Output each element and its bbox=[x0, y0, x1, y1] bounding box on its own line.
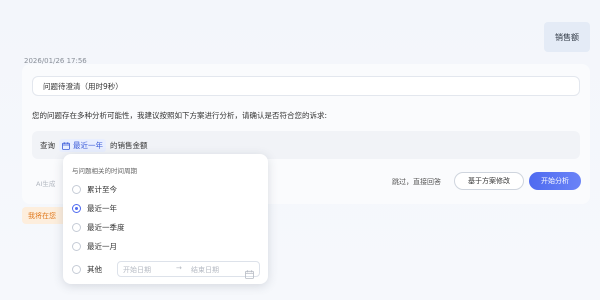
radio-icon[interactable] bbox=[72, 265, 81, 274]
calendar-icon[interactable] bbox=[245, 264, 254, 283]
option-label: 最近一年 bbox=[87, 204, 117, 213]
query-suffix: 的销售金额 bbox=[110, 141, 148, 150]
radio-icon[interactable] bbox=[72, 185, 81, 194]
time-range-chip-label: 最近一年 bbox=[73, 141, 103, 150]
option-label: 最近一月 bbox=[87, 242, 117, 251]
radio-checked-icon[interactable] bbox=[72, 204, 81, 213]
popover-title: 与问题相关的时间周期 bbox=[72, 167, 137, 175]
option-last-month[interactable]: 最近一月 bbox=[72, 241, 117, 252]
user-message-bubble: 销售额 bbox=[544, 22, 590, 52]
skip-answer-link[interactable]: 跳过，直接回答 bbox=[392, 177, 441, 187]
start-analysis-label: 开始分析 bbox=[541, 177, 569, 185]
query-plan-row: 查询 最近一年 的销售金额 bbox=[40, 139, 148, 152]
radio-icon[interactable] bbox=[72, 242, 81, 251]
option-cumulative[interactable]: 累计至今 bbox=[72, 184, 117, 195]
option-last-quarter[interactable]: 最近一季度 bbox=[72, 222, 125, 233]
calendar-icon bbox=[62, 141, 70, 150]
option-label: 其他 bbox=[87, 265, 102, 274]
start-analysis-button[interactable]: 开始分析 bbox=[529, 172, 581, 190]
arrow-right-icon: → bbox=[176, 264, 182, 272]
user-message-text: 销售额 bbox=[555, 32, 579, 42]
time-range-chip[interactable]: 最近一年 bbox=[59, 139, 106, 152]
modify-plan-label: 基于方案修改 bbox=[468, 177, 510, 185]
date-end-input[interactable]: 结束日期 bbox=[191, 265, 219, 275]
status-collapsible[interactable]: 问题待澄清（用时9秒） bbox=[32, 76, 580, 96]
option-other[interactable]: 其他 bbox=[72, 264, 102, 275]
option-last-year[interactable]: 最近一年 bbox=[72, 203, 117, 214]
status-text: 问题待澄清（用时9秒） bbox=[43, 81, 123, 91]
modify-plan-button[interactable]: 基于方案修改 bbox=[454, 172, 524, 190]
query-prefix: 查询 bbox=[40, 141, 55, 150]
option-label: 累计至今 bbox=[87, 185, 117, 194]
ai-generated-note: AI生成 bbox=[36, 180, 56, 188]
progress-tag-text: 我将在您 bbox=[28, 211, 56, 220]
date-start-input[interactable]: 开始日期 bbox=[123, 265, 151, 275]
clarification-prompt: 您的问题存在多种分析可能性，我建议按照如下方案进行分析，请确认是否符合您的诉求: bbox=[32, 111, 328, 120]
option-label: 最近一季度 bbox=[87, 223, 125, 232]
radio-icon[interactable] bbox=[72, 223, 81, 232]
